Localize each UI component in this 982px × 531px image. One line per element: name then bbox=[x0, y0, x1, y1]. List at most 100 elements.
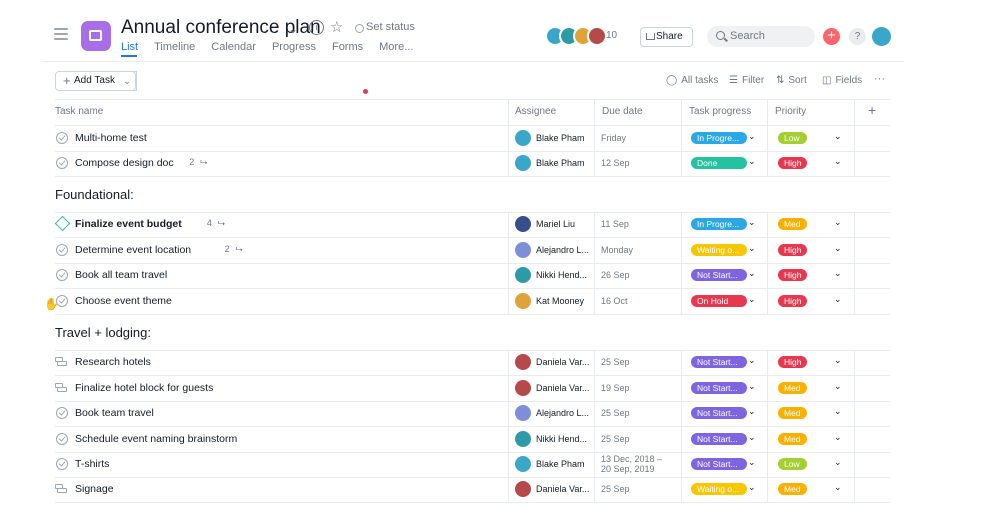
table-row[interactable]: Research hotels Daniela Var... 25 Sep Not S… bbox=[55, 350, 890, 376]
star-icon[interactable]: ☆ bbox=[330, 18, 343, 36]
avatar[interactable] bbox=[515, 481, 531, 498]
progress-badge[interactable]: Not Start... bbox=[691, 356, 747, 369]
priority-badge[interactable]: High bbox=[778, 269, 807, 282]
table-row[interactable]: Choose event theme Kat Mooney 16 Oct On Hol… bbox=[55, 288, 890, 314]
priority-badge[interactable]: Med bbox=[778, 483, 807, 496]
tab-list[interactable]: List bbox=[121, 41, 138, 53]
tab-more[interactable]: More... bbox=[379, 41, 413, 53]
task-name[interactable]: Multi-home test bbox=[75, 132, 147, 144]
avatar[interactable] bbox=[515, 379, 531, 396]
table-row[interactable]: Book team travel Alejandro L... 25 Sep Not … bbox=[55, 401, 890, 427]
chevron-down-icon[interactable]: ⌄ bbox=[834, 156, 842, 167]
table-row[interactable]: Compose design doc 2 ⮡ Blake Pham 12 Sep Done… bbox=[55, 151, 890, 177]
progress-badge[interactable]: On Hold bbox=[691, 294, 747, 307]
progress-badge[interactable]: Not Start... bbox=[691, 269, 747, 282]
assignee-name[interactable]: Mariel Liu bbox=[536, 219, 575, 229]
milestone-icon[interactable] bbox=[54, 216, 71, 232]
avatar[interactable] bbox=[515, 130, 531, 146]
task-name[interactable]: Finalize hotel block for guests bbox=[75, 382, 213, 394]
user-avatar[interactable] bbox=[872, 27, 891, 46]
chevron-down-icon[interactable]: ⌄ bbox=[834, 381, 842, 392]
table-row[interactable]: Book all team travel Nikki Hend... 26 Sep N… bbox=[55, 263, 890, 289]
avatar[interactable] bbox=[515, 267, 531, 284]
progress-badge[interactable]: In Progre... bbox=[691, 218, 747, 231]
tab-forms[interactable]: Forms bbox=[332, 41, 363, 53]
due-date[interactable]: Monday bbox=[601, 245, 633, 255]
tab-timeline[interactable]: Timeline bbox=[154, 41, 195, 53]
subtask-count[interactable]: 2 bbox=[189, 157, 194, 167]
task-name[interactable]: Research hotels bbox=[75, 356, 151, 368]
due-date[interactable]: Friday bbox=[601, 133, 626, 143]
chevron-down-icon[interactable]: ⌄ bbox=[748, 355, 756, 366]
chevron-down-icon[interactable]: ⌄ bbox=[834, 131, 842, 142]
assignee-name[interactable]: Blake Pham bbox=[536, 133, 585, 143]
avatar[interactable] bbox=[515, 430, 531, 447]
chevron-down-icon[interactable]: ⌄ bbox=[834, 432, 842, 443]
section-header[interactable]: Foundational: bbox=[55, 187, 134, 202]
tab-progress[interactable]: Progress bbox=[272, 41, 316, 53]
info-icon[interactable]: i bbox=[309, 20, 324, 35]
table-row[interactable]: T-shirts Blake Pham 13 Dec, 2018 – 20 Sep,… bbox=[55, 452, 890, 477]
chevron-down-icon[interactable]: ⌄ bbox=[288, 22, 298, 36]
table-row[interactable]: Signage Daniela Var... 25 Sep Waiting o... ⌄… bbox=[55, 477, 890, 503]
progress-badge[interactable]: Done bbox=[691, 157, 747, 170]
assignee-name[interactable]: Alejandro L... bbox=[536, 245, 589, 255]
chevron-down-icon[interactable]: ⌄ bbox=[834, 406, 842, 417]
table-row[interactable]: Schedule event naming brainstorm Nikki He… bbox=[55, 426, 890, 452]
assignee-name[interactable]: Nikki Hend... bbox=[536, 270, 587, 280]
approval-icon[interactable] bbox=[55, 382, 67, 392]
avatar[interactable] bbox=[515, 354, 531, 371]
priority-badge[interactable]: High bbox=[778, 294, 807, 307]
task-name[interactable]: Compose design doc bbox=[75, 157, 174, 169]
search-input[interactable]: Search bbox=[707, 26, 815, 47]
task-name[interactable]: T-shirts bbox=[75, 458, 109, 470]
chevron-down-icon[interactable]: ⌄ bbox=[748, 457, 756, 468]
check-icon[interactable] bbox=[56, 458, 68, 470]
approval-icon[interactable] bbox=[55, 357, 67, 367]
table-row[interactable]: Finalize event budget 4 ⮡ Mariel Liu 11 Sep I… bbox=[54, 212, 890, 238]
approval-icon[interactable] bbox=[55, 484, 67, 494]
chevron-down-icon[interactable]: ⌄ bbox=[748, 156, 756, 167]
column-header-task-progress[interactable]: Task progress bbox=[689, 106, 751, 117]
table-row[interactable]: Finalize hotel block for guests Daniela V… bbox=[55, 375, 890, 401]
task-name[interactable]: Choose event theme bbox=[75, 295, 172, 307]
help-button[interactable]: ? bbox=[849, 28, 866, 45]
due-date[interactable]: 25 Sep bbox=[601, 408, 630, 418]
task-name[interactable]: Signage bbox=[75, 483, 114, 495]
column-header-assignee[interactable]: Assignee bbox=[515, 106, 556, 117]
progress-badge[interactable]: Not Start... bbox=[691, 381, 747, 394]
progress-badge[interactable]: Not Start... bbox=[691, 432, 747, 445]
task-name[interactable]: Book all team travel bbox=[75, 269, 167, 281]
all-tasks-filter[interactable]: ◯ All tasks bbox=[666, 75, 718, 86]
priority-badge[interactable]: Low bbox=[778, 132, 807, 144]
priority-badge[interactable]: Med bbox=[778, 218, 807, 231]
assignee-name[interactable]: Daniela Var... bbox=[536, 484, 589, 494]
quick-add-button[interactable]: + bbox=[823, 28, 840, 45]
due-date[interactable]: 12 Sep bbox=[601, 158, 630, 168]
share-button[interactable]: Share bbox=[640, 27, 693, 47]
avatar[interactable] bbox=[515, 292, 531, 309]
tab-calendar[interactable]: Calendar bbox=[211, 41, 256, 53]
check-icon[interactable] bbox=[56, 132, 68, 144]
avatar[interactable] bbox=[515, 241, 531, 258]
member-avatars[interactable] bbox=[545, 26, 607, 46]
member-count[interactable]: 10 bbox=[606, 30, 617, 41]
check-icon[interactable] bbox=[56, 243, 68, 256]
assignee-name[interactable]: Nikki Hend... bbox=[536, 434, 587, 444]
progress-badge[interactable]: Waiting o... bbox=[691, 483, 747, 496]
check-icon[interactable] bbox=[56, 157, 68, 170]
chevron-down-icon[interactable]: ⌄ bbox=[834, 482, 842, 493]
add-task-dropdown[interactable]: ⌄ bbox=[119, 71, 136, 91]
priority-badge[interactable]: Med bbox=[778, 407, 807, 420]
due-date[interactable]: 25 Sep bbox=[601, 434, 630, 444]
chevron-down-icon[interactable]: ⌄ bbox=[748, 217, 756, 228]
task-name[interactable]: Schedule event naming brainstorm bbox=[75, 433, 237, 445]
priority-badge[interactable]: Med bbox=[778, 432, 807, 445]
due-date[interactable]: 11 Sep bbox=[601, 219, 629, 229]
fields-button[interactable]: ◫ Fields bbox=[822, 75, 862, 86]
due-date[interactable]: 19 Sep bbox=[601, 383, 630, 393]
chevron-down-icon[interactable]: ⌄ bbox=[748, 432, 756, 443]
chevron-down-icon[interactable]: ⌄ bbox=[748, 268, 756, 279]
progress-badge[interactable]: Not Start... bbox=[691, 407, 747, 420]
due-date[interactable]: 25 Sep bbox=[601, 357, 630, 367]
